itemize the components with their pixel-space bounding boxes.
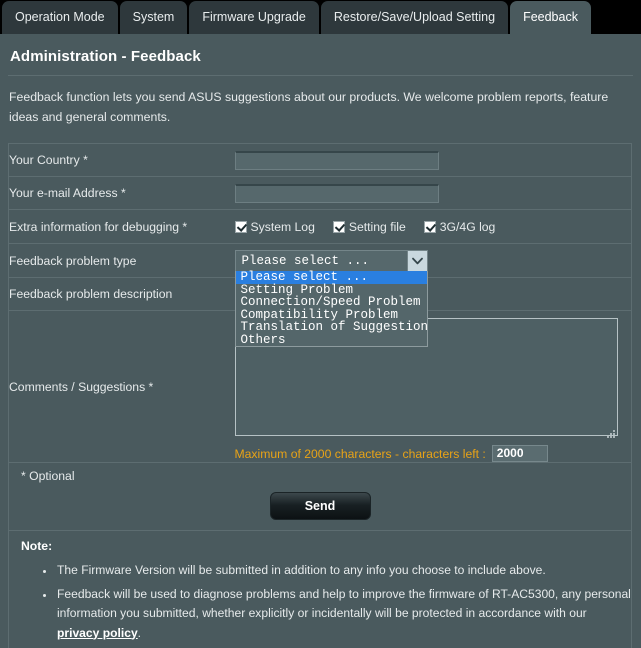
checkbox-label: Setting file [348, 219, 406, 234]
feedback-form-table: Your Country * Your e-mail Address * Ext… [8, 143, 632, 463]
page-title: Administration - Feedback [10, 48, 201, 65]
character-counter-value: 2000 [491, 445, 548, 462]
field-problem-type: Please select ... Please select ... Setti… [234, 244, 632, 347]
tab-operation-mode[interactable]: Operation Mode [2, 1, 118, 34]
tab-firmware-upgrade[interactable]: Firmware Upgrade [189, 1, 319, 34]
email-input[interactable] [234, 183, 439, 203]
option-item[interactable]: Others [236, 333, 427, 347]
note-list: The Firmware Version will be submitted i… [9, 561, 631, 648]
character-counter-row: Maximum of 2000 characters - characters … [235, 445, 632, 462]
label-comments: Comments / Suggestions * [9, 379, 154, 394]
chevron-down-icon[interactable] [406, 250, 427, 271]
checkbox-3g-4g-log[interactable] [423, 220, 436, 233]
optional-and-send-section: * Optional Send [8, 463, 632, 531]
page-header: Administration - Feedback [0, 34, 641, 65]
problem-type-selected-value: Please select ... [241, 253, 370, 268]
country-input[interactable] [234, 150, 439, 170]
title-divider [8, 75, 633, 76]
note-item: The Firmware Version will be submitted i… [55, 561, 631, 581]
checkbox-system-log[interactable] [234, 220, 247, 233]
label-email: Your e-mail Address * [9, 186, 126, 200]
note-section: Note: The Firmware Version will be submi… [8, 531, 632, 648]
checkbox-label: 3G/4G log [439, 219, 496, 234]
optional-note: * Optional [21, 469, 75, 483]
form-row-debug: Extra information for debugging * System… [8, 210, 632, 244]
label-problem-type: Feedback problem type [9, 253, 137, 268]
checkbox-group-2: 3G/4G log [423, 219, 496, 234]
tab-bar: Operation Mode System Firmware Upgrade Rest… [0, 0, 641, 34]
option-item[interactable]: Please select ... [235, 271, 427, 284]
checkbox-label: System Log [250, 219, 315, 234]
intro-text: Feedback function lets you send ASUS sug… [9, 90, 609, 124]
form-row-email: Your e-mail Address * [8, 177, 632, 210]
field-debug-info: System Log Setting file 3G/4G log [234, 210, 632, 244]
note-title: Note: [21, 539, 53, 553]
tab-system[interactable]: System [119, 1, 188, 34]
send-button[interactable]: Send [269, 492, 371, 520]
field-email [234, 177, 632, 210]
note-item-text: Feedback will be used to diagnose proble… [57, 586, 631, 621]
problem-type-select-wrapper: Please select ... Please select ... Setti… [234, 244, 632, 347]
problem-type-option-list[interactable]: Please select ... Setting Problem Connecti… [234, 271, 429, 347]
label-debug-info: Extra information for debugging * [9, 219, 188, 234]
option-item[interactable]: Translation of Suggestion [236, 321, 429, 334]
debug-checkbox-group: System Log Setting file 3G/4G log [234, 210, 632, 243]
option-item[interactable]: Connection/Speed Problem [236, 296, 427, 309]
note-item-text-tail: . [137, 625, 142, 640]
character-counter-label: Maximum of 2000 characters - characters … [234, 446, 486, 461]
field-country [234, 144, 632, 177]
page-content: Administration - Feedback Feedback funct… [0, 34, 641, 648]
label-problem-description: Feedback problem description [9, 287, 173, 301]
problem-type-select[interactable]: Please select ... [234, 249, 428, 272]
checkbox-group-0: System Log [234, 219, 315, 234]
form-row-country: Your Country * [8, 144, 632, 177]
note-item: Feedback will be used to diagnose proble… [55, 585, 631, 644]
label-country: Your Country * [9, 153, 88, 167]
tab-feedback[interactable]: Feedback [510, 1, 591, 34]
checkbox-setting-file[interactable] [332, 220, 345, 233]
tab-restore-save-upload-setting[interactable]: Restore/Save/Upload Setting [320, 1, 509, 34]
checkbox-group-1: Setting file [332, 219, 406, 234]
privacy-policy-link[interactable]: privacy policy [57, 626, 138, 640]
form-row-problem-type: Feedback problem type Please select ... … [8, 244, 632, 347]
